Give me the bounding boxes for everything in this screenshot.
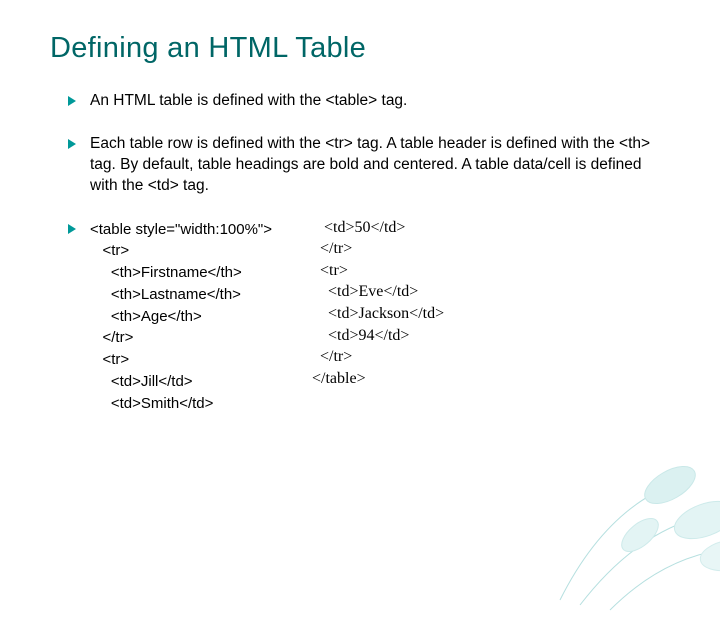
code-columns: <table style="width:100%"> <tr> <th>Firs… <box>90 219 670 415</box>
bullet-item-2: Each table row is defined with the <tr> … <box>68 134 670 197</box>
code-block-right: <td>50</td> </tr> <tr> <td>Eve</td> <td>… <box>312 217 444 390</box>
page-title: Defining an HTML Table <box>50 32 670 65</box>
bullet-list: An HTML table is defined with the <table… <box>50 91 670 414</box>
slide: Defining an HTML Table An HTML table is … <box>0 0 720 456</box>
bullet-item-code: <table style="width:100%"> <tr> <th>Firs… <box>68 219 670 415</box>
code-block-left: <table style="width:100%"> <tr> <th>Firs… <box>90 219 272 415</box>
bullet-item-1: An HTML table is defined with the <table… <box>68 91 670 112</box>
